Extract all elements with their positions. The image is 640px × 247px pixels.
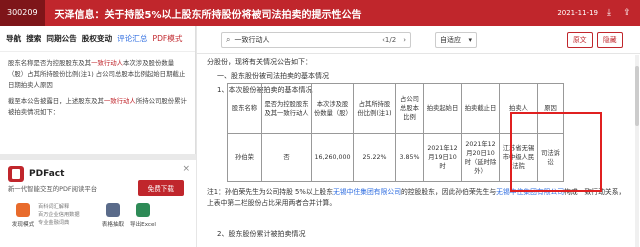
tab-comments[interactable]: 评论汇总	[117, 33, 147, 44]
chevron-down-icon: ▾	[468, 36, 472, 44]
free-download-button[interactable]: 免费下载	[137, 180, 184, 196]
zoom-value: 自适应	[440, 36, 461, 44]
result-highlight: 一致行动人	[103, 97, 136, 105]
feature-label: 表格抽取	[101, 222, 125, 228]
table-cell: 16,260,000	[311, 133, 354, 182]
title-bar: 300209 天泽信息：关于持股5%以上股东所持股份将被司法拍卖的提示性公告 2…	[0, 0, 640, 26]
feature-table-extract[interactable]: 表格抽取	[98, 203, 128, 228]
company-link[interactable]: 无锡中住集团有限公司	[333, 188, 401, 196]
search-icon: ⌕	[226, 35, 231, 44]
hide-button[interactable]: 隐藏	[597, 32, 623, 48]
pdfact-logo-icon	[8, 166, 24, 182]
feature-discover[interactable]: 发现模式	[8, 203, 38, 228]
note-text: 注1：孙伯荣先生为公司持股 5%以上股东	[207, 188, 334, 196]
share-icon[interactable]: ⇪	[620, 0, 634, 26]
result-text: 截至本公告披露日，上述股东及其	[8, 97, 104, 105]
original-button[interactable]: 原文	[567, 32, 593, 48]
pdfact-ad: × PDFact 新一代智能交互的PDF阅读平台 免费下载 发现模式 百科词汇解…	[0, 154, 196, 247]
table-cell: 2021年12月19日10时	[423, 133, 462, 182]
note-text: 的控股股东，因此孙伯荣先生与	[401, 188, 497, 196]
result-highlight: 一致行动人	[91, 59, 124, 67]
tab-search[interactable]: 搜索	[26, 33, 41, 44]
search-result-item[interactable]: 股东名称是否为控股股东及其一致行动人本次涉及股份数量（股）占其所持股份比例(注1…	[8, 58, 187, 91]
reader-toolbar: ⌕ 一致行动人 ‹ 1/2 › 自适应 ▾ 原文 隐藏	[197, 26, 640, 54]
tab-pdf-mode[interactable]: PDF模式	[153, 33, 183, 44]
discover-icon	[16, 203, 30, 217]
table-header: 拍卖截止日	[461, 83, 500, 134]
feature-list-item: 专业金融词典	[38, 220, 70, 226]
table-cell: 孙伯荣	[227, 133, 262, 182]
search-result-item[interactable]: 截至本公告披露日，上述股东及其一致行动人所持公司股份累计被拍卖情况如下：	[8, 96, 187, 118]
doc-heading: 一、股东股份被司法拍卖的基本情况	[217, 72, 329, 80]
table-header: 本次涉及股份数量（股）	[311, 83, 354, 134]
table-cell: 25.22%	[353, 133, 396, 182]
feature-label: 导出Excel	[129, 222, 156, 228]
close-icon[interactable]: ×	[182, 164, 190, 174]
match-count: 1/2	[384, 36, 397, 44]
table-header: 占其所持股份比例(注1)	[353, 83, 396, 134]
ad-name: PDFact	[29, 169, 65, 179]
feature-list-item: 百科词汇解释	[38, 204, 70, 210]
download-icon[interactable]: ⤓	[602, 0, 616, 26]
stock-code: 300209	[0, 0, 45, 26]
table-cell: 否	[261, 133, 312, 182]
table-header: 股东名称	[227, 83, 262, 134]
tab-equity-change[interactable]: 股权变动	[82, 33, 112, 44]
table-icon	[106, 203, 120, 217]
page-title: 天泽信息：关于持股5%以上股东所持股份将被司法拍卖的提示性公告	[54, 9, 362, 21]
doc-line: 分股份，现将有关情况公告如下：	[207, 58, 312, 66]
search-input[interactable]: ⌕ 一致行动人 ‹ 1/2 ›	[221, 32, 411, 48]
table-header: 占公司总股本比例	[395, 83, 424, 134]
table-cell: 2021年12月20日10时（延时除外）	[461, 133, 500, 182]
tab-nav[interactable]: 导航	[6, 33, 21, 44]
left-panel: 导航 搜索 同期公告 股权变动 评论汇总 PDF模式 股东名称是否为控股股东及其…	[0, 26, 196, 247]
chevron-right-icon[interactable]: ›	[403, 36, 406, 44]
zoom-select[interactable]: 自适应 ▾	[435, 32, 477, 48]
result-text: 股东名称是否为控股股东及其	[8, 59, 92, 67]
excel-icon	[136, 203, 150, 217]
table-header: 是否为控股股东及其一致行动人	[261, 83, 312, 134]
table-header: 拍卖起始日	[423, 83, 462, 134]
feature-list-item: 百万企业信用数据	[38, 212, 80, 218]
search-results: 股东名称是否为控股股东及其一致行动人本次涉及股份数量（股）占其所持股份比例(注1…	[0, 52, 195, 129]
ad-header: PDFact	[0, 160, 196, 182]
table-cell: 3.85%	[395, 133, 424, 182]
nav-tabs: 导航 搜索 同期公告 股权变动 评论汇总 PDF模式	[0, 26, 195, 52]
doc-subheading: 2、股东股份累计被拍卖情况	[217, 230, 306, 238]
tab-same-period[interactable]: 同期公告	[46, 33, 76, 44]
feature-excel[interactable]: 导出Excel	[128, 203, 158, 228]
search-value: 一致行动人	[234, 36, 270, 44]
announcement-date: 2021-11-19	[557, 9, 598, 17]
feature-list: 百科词汇解释 百万企业信用数据 专业金融词典	[38, 203, 94, 227]
highlight-box	[510, 112, 602, 192]
scrollbar-thumb[interactable]	[635, 66, 639, 126]
ad-features: 发现模式 百科词汇解释 百万企业信用数据 专业金融词典 表格抽取 导出Excel	[0, 193, 196, 228]
feature-label: 发现模式	[11, 222, 35, 228]
